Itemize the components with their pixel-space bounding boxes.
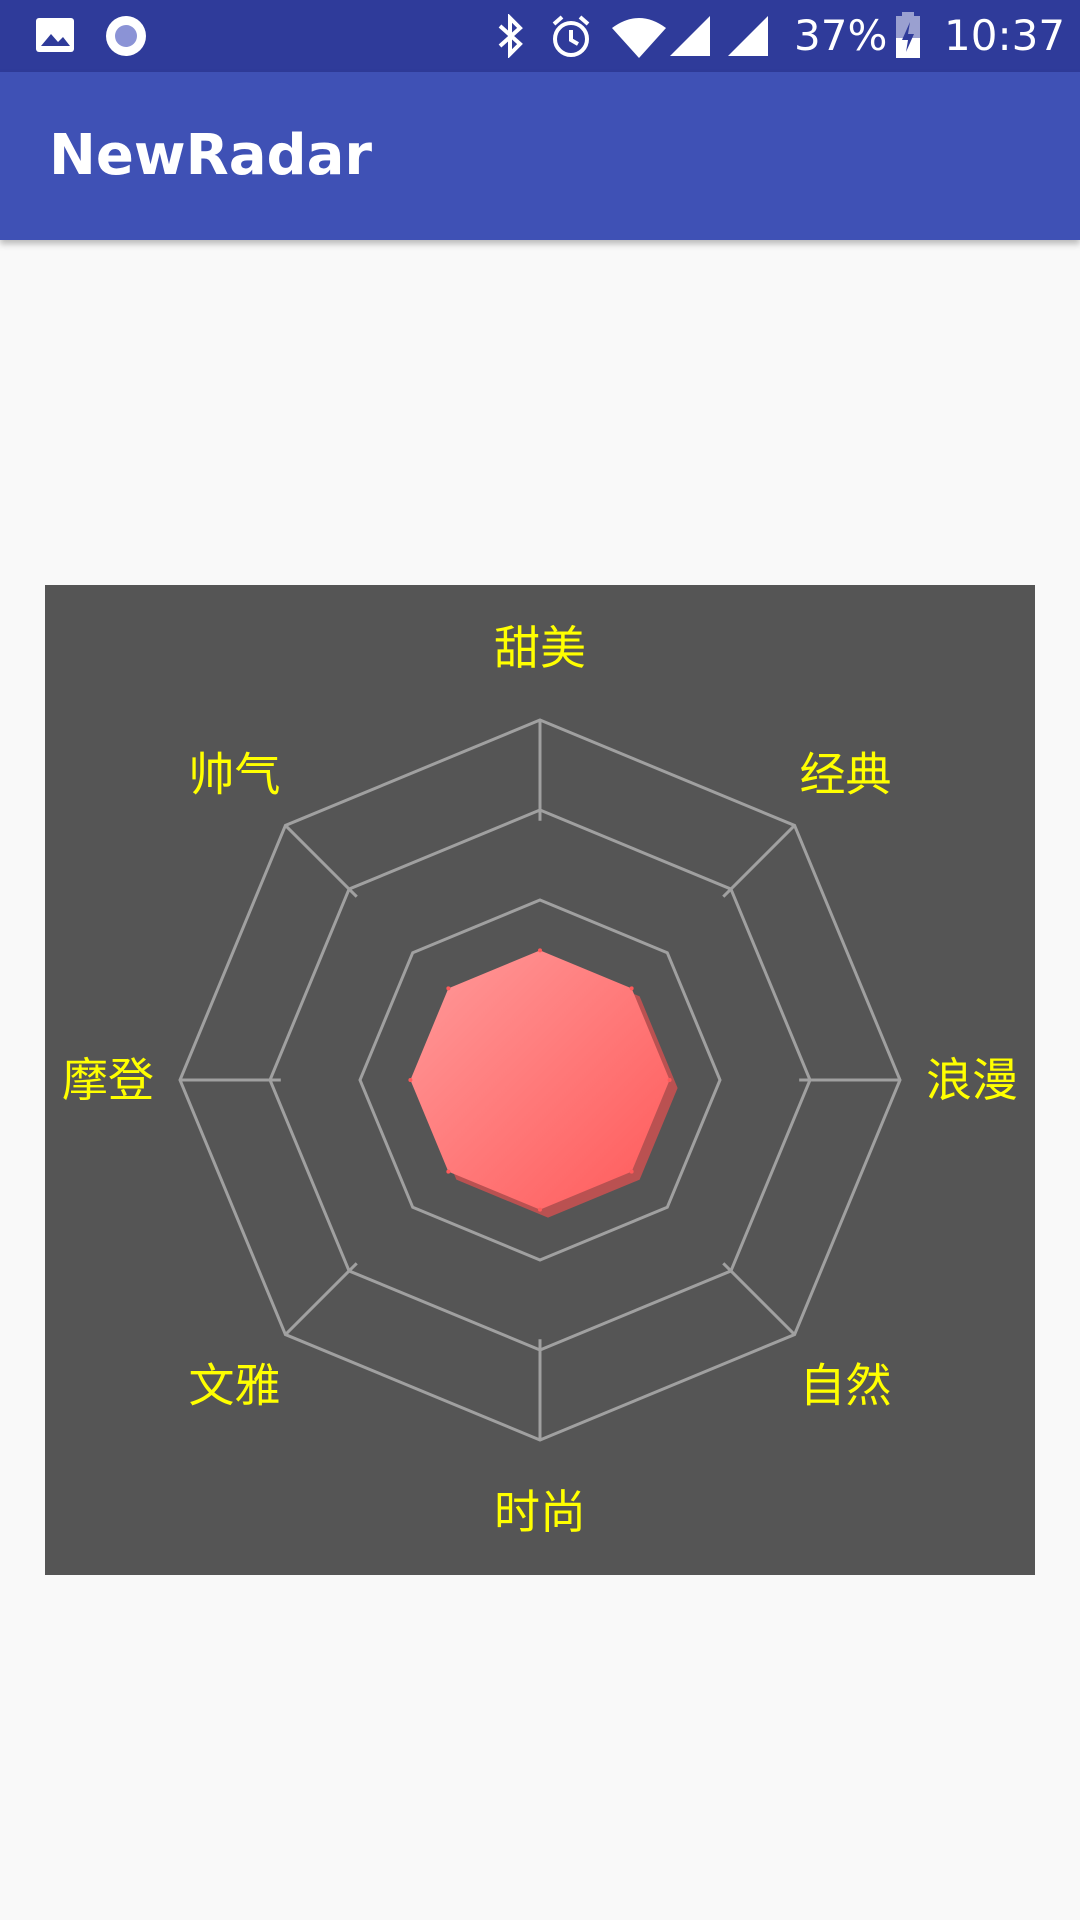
radar-label-1: 经典 bbox=[799, 748, 891, 802]
clock: 10:37 bbox=[944, 11, 1066, 60]
cell-signal-icon bbox=[670, 16, 710, 56]
radar-point-6 bbox=[408, 1078, 413, 1082]
gallery-icon bbox=[36, 18, 74, 52]
radar-chart: 甜美经典浪漫自然时尚 文雅 摩登 帅气 bbox=[45, 585, 1035, 1575]
status-bar: 37% 10:37 bbox=[0, 0, 1080, 72]
radar-point-0 bbox=[538, 948, 542, 953]
radar-label-3: 自然 bbox=[799, 1358, 891, 1412]
radar-label-2: 浪漫 bbox=[926, 1053, 1018, 1107]
wifi-icon bbox=[612, 18, 666, 58]
alarm-icon bbox=[552, 15, 590, 57]
radar-spoke-7 bbox=[284, 824, 358, 898]
radar-label-0: 甜美 bbox=[494, 621, 586, 675]
radar-point-5 bbox=[446, 1169, 451, 1174]
radar-label-6: 摩登 bbox=[62, 1053, 154, 1107]
radar-spoke-3 bbox=[722, 1262, 796, 1336]
app-bar: NewRadar bbox=[0, 72, 1080, 240]
radar-point-7 bbox=[446, 986, 451, 991]
battery-charging-icon bbox=[896, 12, 920, 58]
battery-percent: 37% bbox=[794, 11, 888, 60]
radar-spoke-1 bbox=[722, 824, 796, 898]
bluetooth-icon bbox=[498, 14, 523, 58]
cell-signal-icon-2 bbox=[728, 16, 768, 56]
radar-chart-svg: 甜美经典浪漫自然时尚 文雅 摩登 帅气 bbox=[62, 621, 1018, 1539]
radar-label-4: 时尚 bbox=[494, 1485, 586, 1539]
radar-point-1 bbox=[629, 986, 634, 991]
radar-point-4 bbox=[538, 1207, 542, 1212]
app-title: NewRadar bbox=[49, 123, 372, 188]
record-icon bbox=[106, 16, 146, 56]
radar-label-5: 文雅 bbox=[189, 1358, 281, 1412]
radar-point-2 bbox=[667, 1078, 672, 1082]
radar-point-3 bbox=[629, 1169, 634, 1174]
radar-label-7: 帅气 bbox=[189, 748, 281, 802]
radar-spoke-5 bbox=[284, 1262, 358, 1336]
